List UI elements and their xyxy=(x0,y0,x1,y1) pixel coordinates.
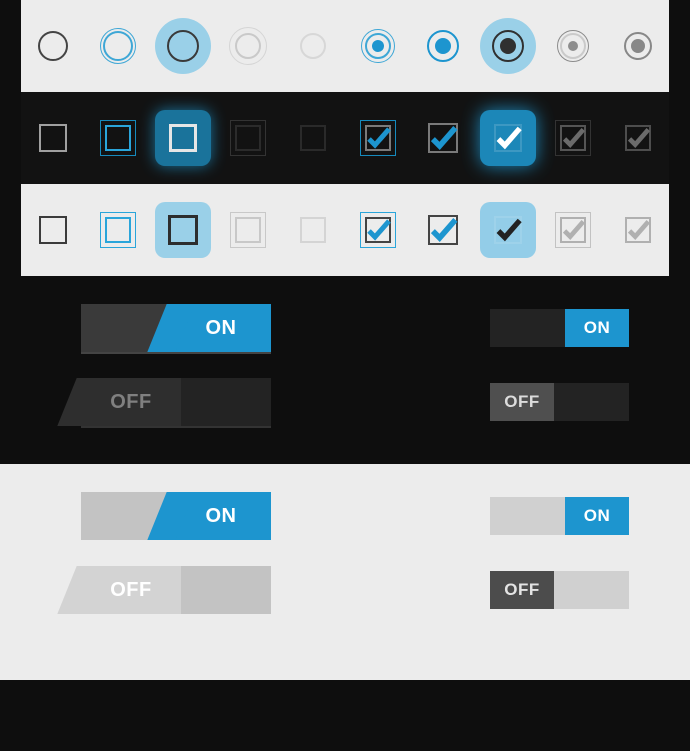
checkbox-unchecked-focused[interactable] xyxy=(100,212,136,248)
radio-unchecked[interactable] xyxy=(38,31,68,61)
checkbox-checked[interactable] xyxy=(428,123,458,153)
radio-checked-focused[interactable] xyxy=(361,29,395,63)
checkbox-unchecked-pressed[interactable] xyxy=(155,202,211,258)
radio-panel-light xyxy=(21,0,669,92)
toggle-off-small[interactable]: OFF xyxy=(490,571,629,609)
checkbox-checked-pressed[interactable] xyxy=(480,110,536,166)
checkbox-panel-dark xyxy=(21,92,669,184)
check-icon xyxy=(425,212,461,248)
checkbox-panel-light xyxy=(21,184,669,276)
checkbox-unchecked-focused[interactable] xyxy=(100,120,136,156)
check-icon xyxy=(558,123,588,153)
check-icon xyxy=(425,120,461,156)
checkbox-checked-focused[interactable] xyxy=(360,212,396,248)
checkbox-unchecked-disabled-focused xyxy=(230,212,266,248)
toggle-label: OFF xyxy=(504,392,540,412)
toggle-label: OFF xyxy=(110,579,152,602)
radio-unchecked-disabled xyxy=(300,33,326,59)
toggle-label: ON xyxy=(584,318,611,338)
toggle-label: ON xyxy=(206,505,237,528)
radio-checked[interactable] xyxy=(422,25,464,67)
checkbox-checked-focused[interactable] xyxy=(360,120,396,156)
toggle-label: OFF xyxy=(504,580,540,600)
radio-unchecked-focused[interactable] xyxy=(100,28,136,64)
checkbox-checked-disabled-focused xyxy=(555,120,591,156)
radio-checked-disabled-focused xyxy=(557,30,589,62)
check-icon xyxy=(491,213,525,247)
toggle-label: ON xyxy=(584,506,611,526)
checkbox-unchecked[interactable] xyxy=(39,216,67,244)
toggle-off-small[interactable]: OFF xyxy=(490,383,629,421)
toggle-off-large[interactable]: OFF xyxy=(81,566,271,614)
toggle-on-large[interactable]: ON xyxy=(81,304,271,352)
checkbox-checked-disabled xyxy=(625,217,651,243)
checkbox-unchecked-pressed[interactable] xyxy=(155,110,211,166)
checkbox-checked-pressed[interactable] xyxy=(480,202,536,258)
toggle-on-small[interactable]: ON xyxy=(490,497,629,535)
check-icon xyxy=(623,123,653,153)
check-icon xyxy=(491,121,525,155)
check-icon xyxy=(558,215,588,245)
radio-checked-pressed[interactable] xyxy=(480,18,536,74)
checkbox-checked-disabled-focused xyxy=(555,212,591,248)
checkbox-unchecked-disabled xyxy=(300,125,326,151)
checkbox-unchecked-disabled xyxy=(300,217,326,243)
toggle-off-large[interactable]: OFF xyxy=(81,378,271,426)
toggle-on-large[interactable]: ON xyxy=(81,492,271,540)
check-icon xyxy=(362,214,394,246)
check-icon xyxy=(623,215,653,245)
checkbox-unchecked[interactable] xyxy=(39,124,67,152)
checkbox-checked-disabled xyxy=(625,125,651,151)
radio-checked-disabled xyxy=(624,32,652,60)
toggle-on-small[interactable]: ON xyxy=(490,309,629,347)
check-icon xyxy=(362,122,394,154)
radio-unchecked-disabled-focused xyxy=(229,27,267,65)
radio-unchecked-pressed[interactable] xyxy=(155,18,211,74)
toggle-panel-light: ON ON OFF OFF xyxy=(0,464,690,680)
toggle-label: OFF xyxy=(110,391,152,414)
toggle-panel-dark: ON ON OFF OFF xyxy=(0,276,690,464)
checkbox-checked[interactable] xyxy=(428,215,458,245)
toggle-label: ON xyxy=(206,317,237,340)
checkbox-unchecked-disabled-focused xyxy=(230,120,266,156)
